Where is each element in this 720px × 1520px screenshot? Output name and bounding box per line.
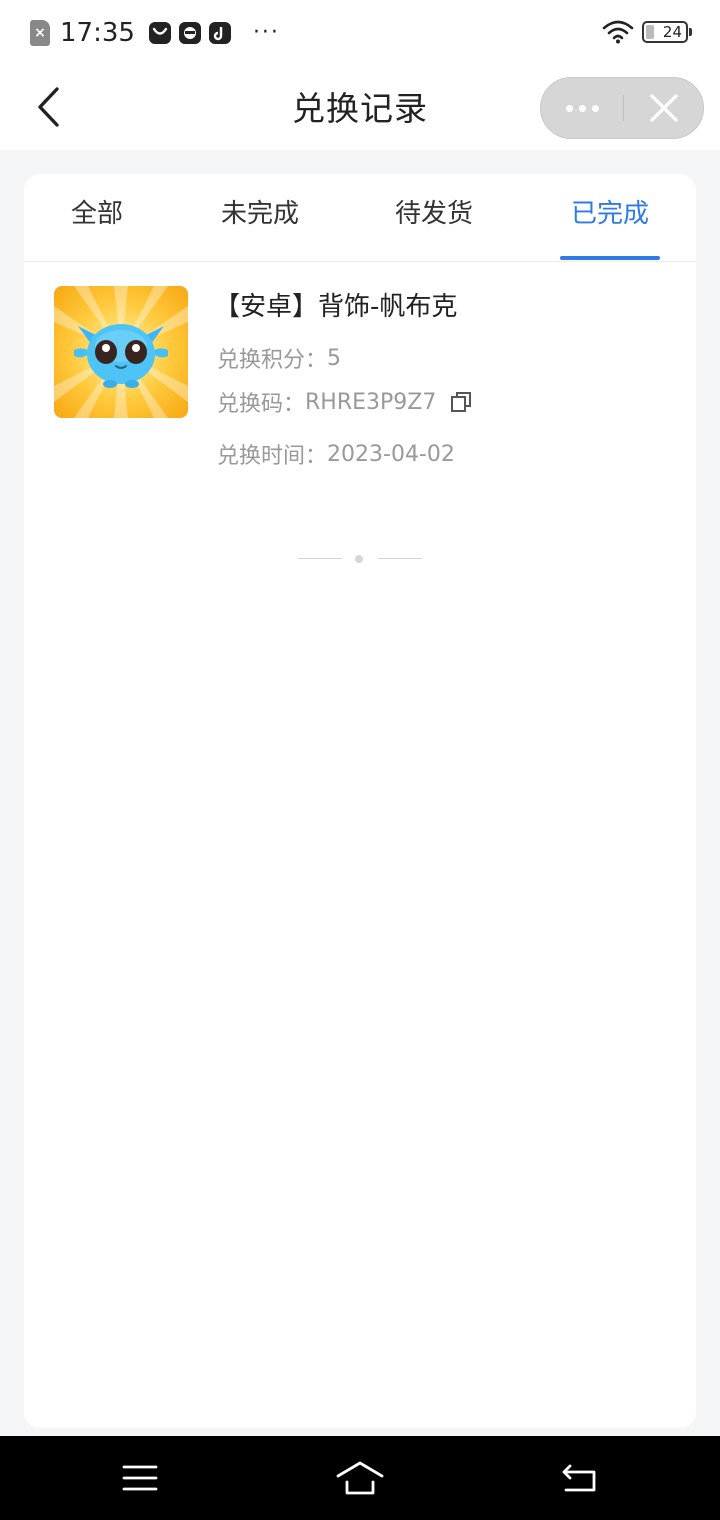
tab-incomplete[interactable]: 未完成 [208,174,312,262]
status-time: 17:35 [60,18,135,48]
close-icon [649,94,678,122]
code-row: 兑换码： RHRE3P9Z7 [217,386,472,418]
list-end-divider [298,549,422,569]
battery-icon: 24 [642,21,692,43]
capsule-more-button[interactable] [541,78,623,138]
divider-line [378,558,422,559]
more-dots-icon: ··· [252,20,280,45]
divider-line [298,558,342,559]
time-label: 兑换时间： [217,444,328,469]
tiktok-icon [208,22,231,44]
status-left: × 17:35 ··· [30,16,280,50]
redeem-time: 2023-04-02 [327,441,455,467]
capsule-close-button[interactable] [624,78,703,138]
tab-pending-shipment[interactable]: 待发货 [384,174,484,262]
copy-icon [451,392,472,412]
menu-icon [122,1465,158,1491]
wifi-icon [602,20,634,44]
points-row: 兑换积分： 5 [217,342,341,374]
status-right: 24 [602,20,692,44]
copy-code-button[interactable] [450,391,472,413]
divider-dot [355,555,363,563]
back-icon [562,1464,596,1492]
back-nav-button[interactable] [550,1452,610,1504]
tab-completed[interactable]: 已完成 [558,174,662,262]
redeem-code: RHRE3P9Z7 [305,389,437,415]
home-button[interactable] [330,1452,390,1504]
home-icon [336,1461,384,1495]
time-row: 兑换时间： 2023-04-02 [217,438,455,470]
more-dots-icon [565,104,573,112]
app-notification-icon [148,22,171,44]
tab-all[interactable]: 全部 [52,174,142,262]
code-label: 兑换码： [217,392,306,417]
more-dot [591,104,599,112]
battery-level: 24 [662,23,682,41]
mini-program-capsule [540,77,704,139]
sim-error-icon: × [30,20,50,46]
records-card: 全部 未完成 待发货 已完成 【安卓】背饰-帆布克 兑换积分： 5 兑换码： R… [24,174,696,1428]
app-notification-icon [178,22,201,44]
system-navigation-bar [0,1436,720,1520]
status-tabs: 全部 未完成 待发货 已完成 [24,174,696,262]
nav-bar: 兑换记录 [0,64,720,150]
list-item[interactable]: 【安卓】背饰-帆布克 兑换积分： 5 兑换码： RHRE3P9Z7 兑换时间： … [24,262,696,492]
menu-button[interactable] [110,1452,170,1504]
tab-active-indicator [560,256,660,260]
points-value: 5 [327,345,342,371]
status-bar: × 17:35 ··· 24 [0,0,720,64]
item-name: 【安卓】背饰-帆布克 [214,292,458,322]
item-thumbnail [54,286,188,418]
points-label: 兑换积分： [217,348,328,373]
more-dot [578,104,586,112]
